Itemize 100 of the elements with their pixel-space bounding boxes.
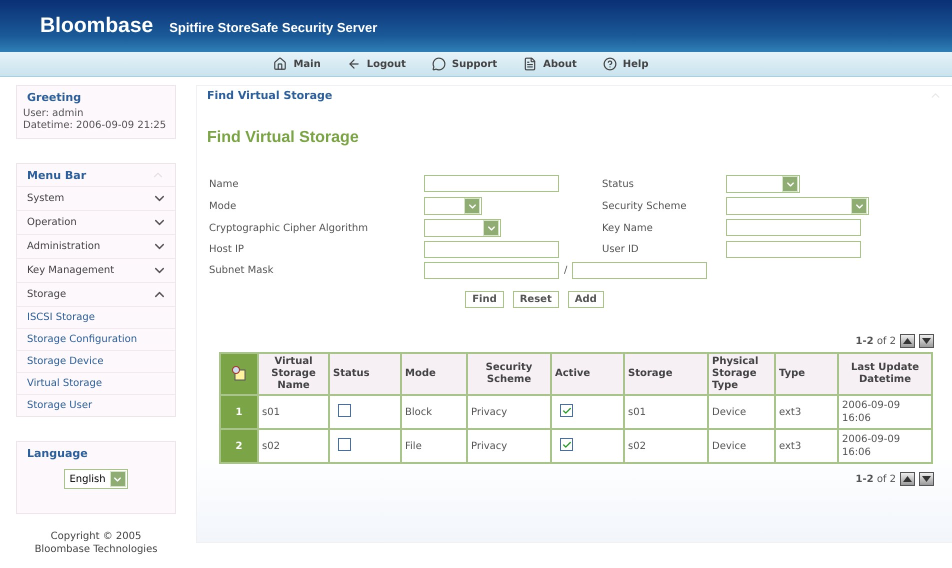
dropdown-icon [110, 471, 126, 487]
menu-item[interactable]: Administration [17, 234, 175, 258]
down-icon [922, 476, 931, 482]
table-cell: s01 [624, 395, 708, 429]
select-field[interactable] [726, 175, 800, 193]
table-cell: ext3 [775, 429, 838, 463]
table-cell: ext3 [775, 395, 838, 429]
speech-bubble-icon [432, 57, 446, 71]
panel-title: Greeting [27, 90, 82, 104]
checkbox[interactable] [560, 404, 573, 418]
form-button[interactable]: Add [568, 291, 604, 308]
menu-item[interactable]: System [17, 186, 175, 210]
help-icon [602, 57, 617, 71]
separator-text: / [564, 265, 568, 276]
column-header: Last Update Datetime [838, 353, 932, 395]
table-cell: Device [708, 395, 775, 429]
home-icon [273, 57, 288, 71]
page-down-button[interactable] [919, 334, 934, 348]
menu-item[interactable]: Storage [17, 282, 175, 306]
row-number: 2 [220, 429, 258, 463]
field-label: Host IP [209, 244, 245, 255]
submenu-link[interactable]: Virtual Storage [17, 372, 175, 394]
text-field[interactable] [572, 262, 708, 279]
nav-link[interactable]: Main [273, 57, 321, 71]
product-title: Spitfire StoreSafe Security Server [169, 20, 378, 35]
field-label: Mode [209, 200, 238, 212]
submenu-link[interactable]: ISCSI Storage [17, 306, 175, 328]
page-up-button[interactable] [900, 472, 915, 486]
dropdown-icon [464, 198, 480, 214]
column-header: Storage [624, 353, 708, 395]
panel-title: Language [27, 446, 88, 460]
page-up-button[interactable] [900, 334, 915, 348]
field-label: Subnet Mask [209, 265, 274, 276]
panel-title: Menu Bar [27, 168, 86, 182]
menu-label: System [27, 193, 64, 204]
panel-title: Find Virtual Storage [207, 89, 332, 102]
table-cell: s02 [624, 429, 708, 463]
table-cell: Privacy [467, 429, 551, 463]
row-number: 1 [220, 395, 258, 429]
document-icon [523, 57, 538, 71]
submenu-link[interactable]: Storage Configuration [17, 328, 175, 350]
table-cell: 2006-09-09 16:06 [838, 395, 932, 429]
table-cell: 2006-09-09 16:06 [838, 429, 932, 463]
text-field[interactable] [424, 241, 559, 258]
select-field[interactable] [424, 219, 501, 237]
nav-link[interactable]: Support [432, 57, 498, 71]
text-field[interactable] [424, 262, 559, 279]
checkbox[interactable] [338, 404, 351, 416]
table-cell: s01 [258, 395, 329, 429]
page-down-button[interactable] [919, 472, 934, 486]
column-header: Active [551, 353, 624, 395]
table-cell: Privacy [467, 395, 551, 429]
form-button[interactable]: Find [465, 291, 504, 308]
form-button[interactable]: Reset [512, 291, 559, 308]
menu-label: Storage [27, 289, 66, 300]
dropdown-icon [782, 176, 798, 192]
field-label: Key Name [602, 222, 654, 234]
column-header: Status [329, 353, 401, 395]
menu-item[interactable]: Operation [17, 210, 175, 234]
dropdown-icon [851, 198, 867, 214]
search-icon[interactable] [231, 364, 247, 380]
field-label: Security Scheme [602, 200, 688, 212]
field-label: Name [209, 178, 240, 190]
column-header: Security Scheme [467, 353, 551, 395]
copyright-text: Copyright © 2005 [50, 530, 142, 543]
copyright-text: Bloombase Technologies [34, 543, 158, 556]
up-icon [903, 476, 912, 482]
menu-label: Operation [27, 217, 77, 228]
nav-link[interactable]: About [523, 57, 577, 71]
column-header: Physical Storage Type [708, 353, 775, 395]
column-header: Virtual Storage Name [258, 353, 329, 395]
table-cell: s02 [258, 429, 329, 463]
table-cell: File [401, 429, 467, 463]
menu-label: Key Management [27, 265, 114, 276]
field-label: Status [602, 178, 635, 190]
nav-link[interactable]: Logout [346, 57, 406, 71]
submenu-link[interactable]: Storage User [17, 394, 175, 416]
greeting-text: User: admin [22, 108, 84, 120]
table-cell: Block [401, 395, 467, 429]
submenu-link[interactable]: Storage Device [17, 350, 175, 372]
nav-link[interactable]: Help [602, 57, 649, 71]
field-label: Cryptographic Cipher Algorithm [209, 222, 369, 234]
menu-item[interactable]: Key Management [17, 258, 175, 282]
table-cell: Device [708, 429, 775, 463]
text-field[interactable] [726, 241, 861, 258]
page-heading: Find Virtual Storage [206, 128, 360, 148]
pagination-text: 1-2 of 2 [856, 336, 896, 346]
column-header: Type [775, 353, 838, 395]
select-field[interactable] [424, 197, 482, 215]
select-field[interactable] [726, 197, 869, 215]
column-header: Mode [401, 353, 467, 395]
checkbox[interactable] [338, 438, 351, 450]
text-field[interactable] [726, 219, 861, 236]
checkbox[interactable] [560, 438, 573, 452]
language-select[interactable]: English [64, 469, 128, 489]
menu-label: Administration [27, 241, 100, 252]
greeting-text: Datetime: 2006-09-09 21:25 [22, 120, 168, 132]
field-label: User ID [602, 244, 640, 255]
pagination-text: 1-2 of 2 [856, 474, 896, 484]
text-field[interactable] [424, 175, 559, 192]
